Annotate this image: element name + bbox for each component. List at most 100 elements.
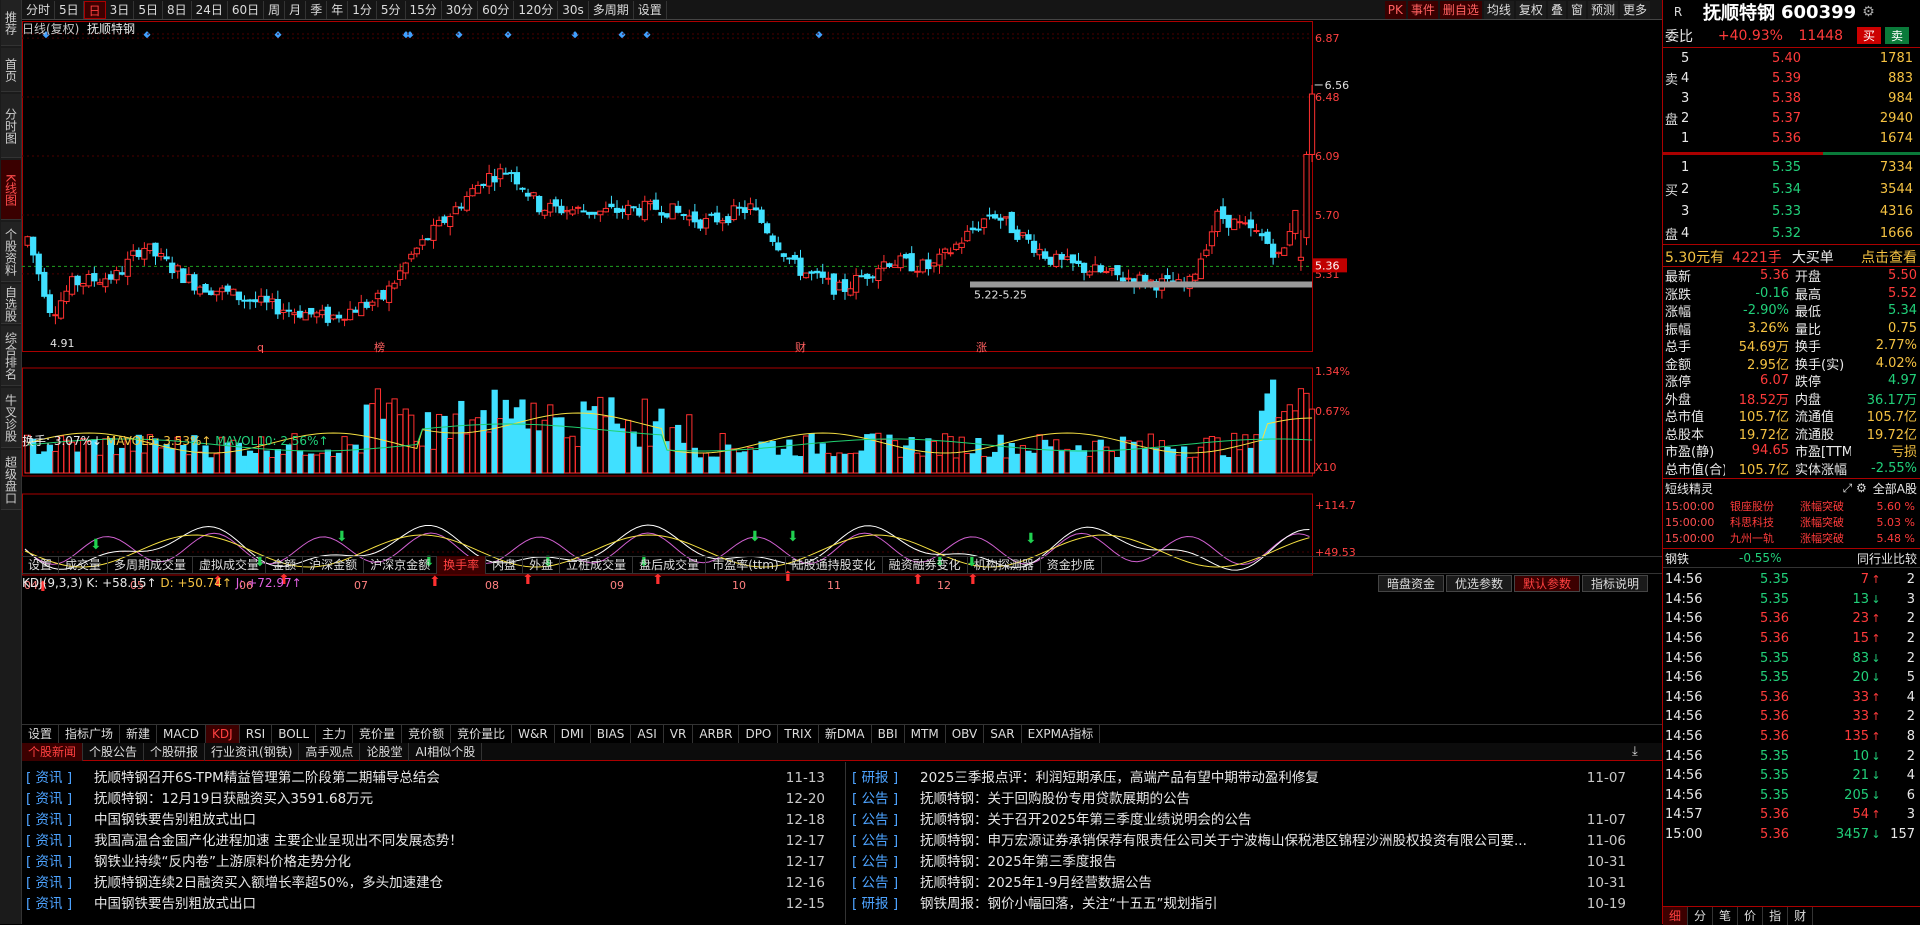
tool-6[interactable]: 窗 <box>1567 1 1586 19</box>
indicator-tab-20[interactable]: BBI <box>872 724 905 743</box>
indicator-tab-23[interactable]: SAR <box>984 724 1022 743</box>
tool-2[interactable]: 删自选 <box>1439 1 1482 19</box>
indicator-tab-8[interactable]: 竞价量 <box>353 724 403 743</box>
news-item[interactable]: [ 公告 ] 抚顺特钢：关于回购股份专用贷款展期的公告 <box>852 789 1642 810</box>
indicator-tab-24[interactable]: EXPMA指标 <box>1022 724 1101 743</box>
indicator-tab-16[interactable]: ARBR <box>693 724 740 743</box>
news-title[interactable]: 我国高温合金国产化进程加速 主要企业呈现出不同发展态势！ <box>94 831 775 852</box>
ask-row[interactable]: 卖 4 5.39 883 <box>1663 68 1920 88</box>
period-7[interactable]: 60日 <box>228 0 265 19</box>
chart-area[interactable]: 6.87 6.48 6.09 5.70 5.31 5.36 6.56 4.91 5.22-5.2… <box>22 21 1662 738</box>
news-item[interactable]: [ 公告 ] 抚顺特钢：申万宏源证券承销保荐有限责任公司关于宁波梅山保税港区锦程沙… <box>852 831 1642 852</box>
period-15[interactable]: 30分 <box>442 0 479 19</box>
period-17[interactable]: 120分 <box>514 0 559 19</box>
kdj-button-0[interactable]: 暗盘资金 <box>1377 575 1444 592</box>
sidebar-item-6[interactable]: 综合排名 <box>1 326 21 386</box>
news-title[interactable]: 中国钢铁要告别粗放式出口 <box>94 810 775 831</box>
indicator-tab-9[interactable]: 竞价额 <box>402 724 452 743</box>
indicator-tab-12[interactable]: DMI <box>555 724 591 743</box>
news-item[interactable]: [ 公告 ] 抚顺特钢：2025年1-9月经营数据公告 10-31 <box>852 873 1642 894</box>
news-title[interactable]: 抚顺特钢：关于召开2025年第三季度业绩说明会的公告 <box>920 810 1576 831</box>
buy-button[interactable]: 买 <box>1857 27 1882 44</box>
volume-tab-10[interactable]: 立桩成交量 <box>560 556 634 574</box>
period-3[interactable]: 3日 <box>106 0 135 19</box>
period-2[interactable]: 日 <box>83 0 106 19</box>
bid-row[interactable]: 3 5.33 4316 <box>1663 200 1920 222</box>
news-title[interactable]: 钢铁周报：钢价小幅回落，关注“十五五”规划指引 <box>920 894 1576 915</box>
period-18[interactable]: 30s <box>558 0 589 19</box>
news-title[interactable]: 2025三季报点评：利润短期承压，高端产品有望中期带动盈利修复 <box>920 768 1576 789</box>
period-20[interactable]: 设置 <box>634 0 667 19</box>
sidebar-item-1[interactable]: 首页 <box>1 48 21 92</box>
period-13[interactable]: 5分 <box>377 0 406 19</box>
news-title[interactable]: 钢铁业持续“反内卷”上游原料价格走势分化 <box>94 852 775 873</box>
kdj-button-3[interactable]: 指标说明 <box>1581 575 1648 592</box>
indicator-tab-13[interactable]: BIAS <box>591 724 632 743</box>
sell-button[interactable]: 卖 <box>1885 27 1910 44</box>
download-icon[interactable]: ⤓ <box>1632 744 1638 759</box>
news-tab-5[interactable]: 论股堂 <box>360 742 410 761</box>
news-item[interactable]: [ 资讯 ] 抚顺特钢召开6S-TPM精益管理第二阶段第二期辅导总结会 11-13 <box>26 768 841 789</box>
period-12[interactable]: 1分 <box>348 0 377 19</box>
jingling-item[interactable]: 15:00:00 银座股份 涨幅突破 5.60 % <box>1663 498 1920 514</box>
indicator-tab-22[interactable]: OBV <box>946 724 985 743</box>
industry-compare-link[interactable]: 同行业比较 <box>1857 550 1917 567</box>
indicator-tab-2[interactable]: 新建 <box>120 724 158 743</box>
quote-tab-1[interactable]: 分 <box>1688 906 1714 925</box>
period-4[interactable]: 5日 <box>134 0 163 19</box>
sidebar-item-3[interactable]: K线图 <box>1 160 21 220</box>
volume-tab-11[interactable]: 盘后成交量 <box>633 556 707 574</box>
kdj-button-2[interactable]: 默认参数 <box>1513 575 1580 592</box>
news-title[interactable]: 抚顺特钢：12月19日获融资买入3591.68万元 <box>94 789 775 810</box>
period-0[interactable]: 分时 <box>22 0 56 19</box>
volume-tab-4[interactable]: 金额 <box>266 556 304 574</box>
jingling-filter[interactable]: 全部A股 <box>1873 480 1917 497</box>
news-tab-6[interactable]: AI相似个股 <box>409 742 483 761</box>
volume-tab-3[interactable]: 虚拟成交量 <box>193 556 267 574</box>
volume-tab-6[interactable]: 沪深京金额 <box>364 556 438 574</box>
news-title[interactable]: 抚顺特钢连续2日融资买入额增长率超50%，多头加速建仓 <box>94 873 775 894</box>
news-item[interactable]: [ 研报 ] 钢铁周报：钢价小幅回落，关注“十五五”规划指引 10-19 <box>852 894 1642 915</box>
indicator-tab-3[interactable]: MACD <box>157 724 207 743</box>
news-title[interactable]: 抚顺特钢：申万宏源证券承销保荐有限责任公司关于宁波梅山保税港区锦程沙洲股权投资有… <box>920 831 1576 852</box>
period-8[interactable]: 周 <box>264 0 286 19</box>
indicator-tab-21[interactable]: MTM <box>905 724 946 743</box>
news-item[interactable]: [ 资讯 ] 中国钢铁要告别粗放式出口 12-18 <box>26 810 841 831</box>
jingling-item[interactable]: 15:00:00 九州一轨 涨幅突破 5.48 % <box>1663 530 1920 546</box>
volume-tab-0[interactable]: 设置 <box>22 556 60 574</box>
indicator-tab-14[interactable]: ASI <box>631 724 664 743</box>
quote-tab-4[interactable]: 指 <box>1763 906 1789 925</box>
indicator-tab-1[interactable]: 指标广场 <box>59 724 121 743</box>
sidebar-item-0[interactable]: 推荐 <box>1 0 21 46</box>
period-1[interactable]: 5日 <box>55 0 84 19</box>
news-title[interactable]: 抚顺特钢：2025年1-9月经营数据公告 <box>920 873 1576 894</box>
bid-row[interactable]: 盘 4 5.32 1666 <box>1663 222 1920 244</box>
news-title[interactable]: 抚顺特钢：2025年第三季度报告 <box>920 852 1576 873</box>
period-6[interactable]: 24日 <box>192 0 228 19</box>
indicator-tab-6[interactable]: BOLL <box>272 724 317 743</box>
news-title[interactable]: 抚顺特钢：关于回购股份专用贷款展期的公告 <box>920 789 1576 810</box>
ask-row[interactable]: 3 5.38 984 <box>1663 88 1920 108</box>
volume-tab-12[interactable]: 市盈率(ttm) <box>706 556 786 574</box>
news-tab-3[interactable]: 行业资讯(钢铁) <box>205 742 300 761</box>
tool-8[interactable]: 更多 <box>1619 1 1650 19</box>
indicator-tab-7[interactable]: 主力 <box>316 724 354 743</box>
indicator-tab-18[interactable]: TRIX <box>778 724 819 743</box>
period-9[interactable]: 月 <box>285 0 307 19</box>
tool-1[interactable]: 事件 <box>1407 1 1438 19</box>
indicator-tab-4[interactable]: KDJ <box>206 724 240 743</box>
sidebar-item-4[interactable]: 个股资料 <box>1 222 21 282</box>
volume-tab-16[interactable]: 资金抄底 <box>1041 556 1102 574</box>
volume-tab-5[interactable]: 沪深金额 <box>303 556 365 574</box>
period-5[interactable]: 8日 <box>163 0 192 19</box>
sidebar-item-8[interactable]: 超级盘口 <box>1 450 21 510</box>
jingling-icons[interactable]: ⤢ ⚙ <box>1843 481 1867 496</box>
indicator-tab-0[interactable]: 设置 <box>22 724 60 743</box>
volume-tab-2[interactable]: 多周期成交量 <box>108 556 194 574</box>
volume-tab-9[interactable]: 外盘 <box>523 556 561 574</box>
period-10[interactable]: 季 <box>306 0 328 19</box>
period-14[interactable]: 15分 <box>406 0 442 19</box>
gear-icon[interactable]: ⚙ <box>1862 4 1875 20</box>
quote-tab-0[interactable]: 细 <box>1663 906 1689 925</box>
news-item[interactable]: [ 资讯 ] 钢铁业持续“反内卷”上游原料价格走势分化 12-17 <box>26 852 841 873</box>
